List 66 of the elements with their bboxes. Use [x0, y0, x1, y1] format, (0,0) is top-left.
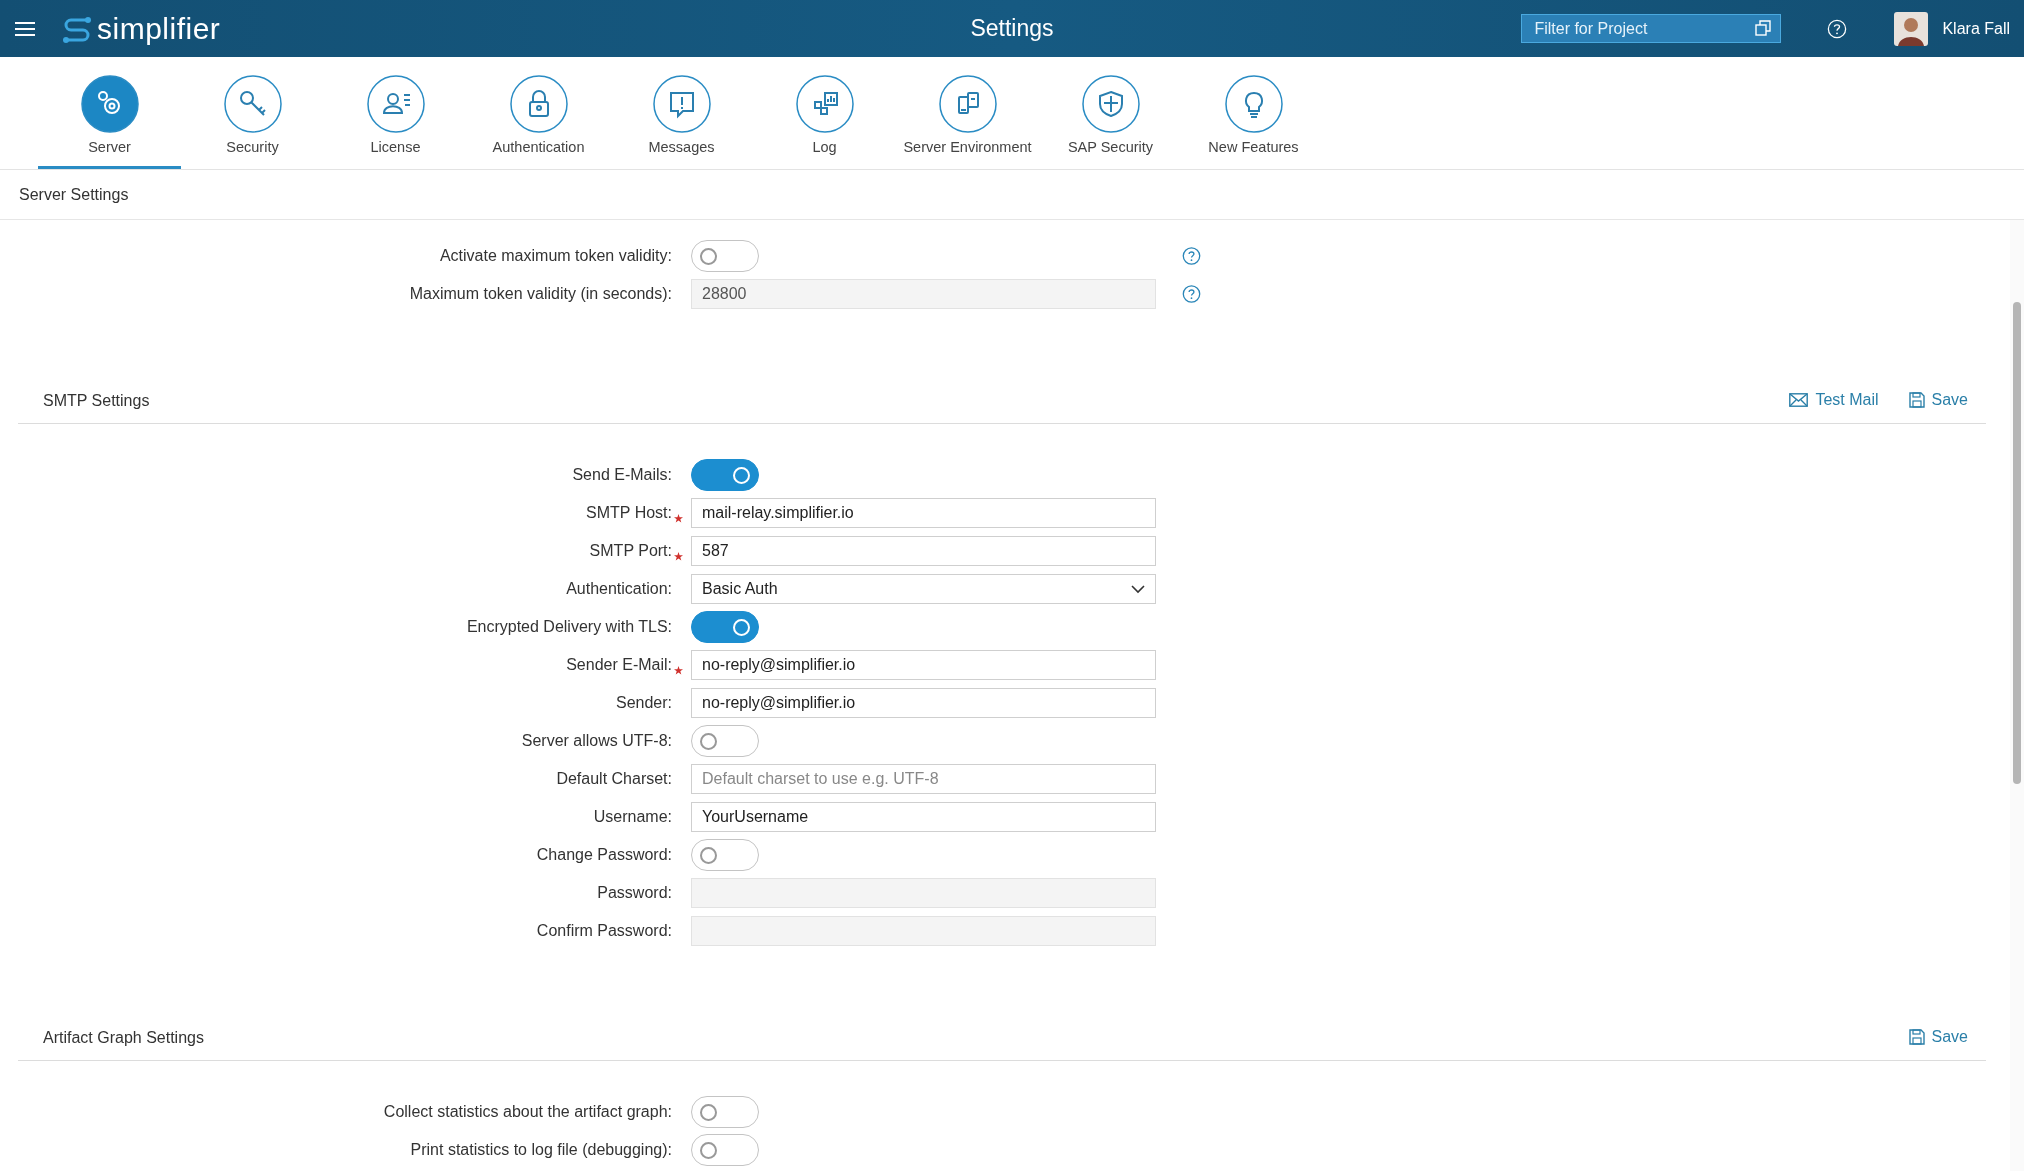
section-title: Artifact Graph Settings [43, 1029, 204, 1047]
settings-tab[interactable]: License [324, 57, 467, 169]
filter-field[interactable]: Filter for Project [1521, 14, 1782, 43]
avatar-icon[interactable] [1894, 11, 1929, 46]
field-label: Confirm Password: [536, 922, 672, 940]
field-label: Collect statistics about the artifact graph: [383, 1103, 672, 1121]
chevron-down-icon [1131, 584, 1145, 594]
toggle-switch[interactable] [691, 1096, 759, 1128]
field-label: SMTP Host: [586, 504, 672, 522]
toggle-switch[interactable] [691, 839, 759, 871]
shield-icon [1081, 75, 1140, 133]
field-label: SMTP Port: [589, 542, 672, 560]
lock-icon [509, 75, 568, 133]
save-button[interactable]: Save [1908, 1028, 1968, 1046]
logo-text: simplifier [97, 11, 221, 46]
menu-icon[interactable] [15, 20, 35, 37]
field-label: Print statistics to log file (debugging): [410, 1141, 672, 1159]
external-link-icon[interactable] [1755, 20, 1772, 36]
scrollbar[interactable] [2010, 220, 2024, 1171]
devices-icon [938, 75, 997, 133]
chart-icon [795, 75, 854, 133]
settings-tab[interactable]: SAP Security [1039, 57, 1182, 169]
save-button[interactable]: Save [1908, 391, 1968, 409]
toggle-switch[interactable] [691, 1134, 759, 1166]
toggle-switch[interactable] [691, 240, 759, 272]
field-label: Activate maximum token validity: [439, 247, 672, 265]
toggle-switch[interactable] [691, 459, 759, 491]
settings-tab[interactable]: Log [753, 57, 896, 169]
toggle-switch[interactable] [691, 725, 759, 757]
envelope-icon [1789, 393, 1809, 407]
field-label: Encrypted Delivery with TLS: [466, 618, 672, 636]
section-title: SMTP Settings [43, 392, 150, 410]
input-field[interactable]: Default charset to use e.g. UTF-8 [691, 764, 1156, 794]
field-label: Username: [593, 808, 672, 826]
field-label: Maximum token validity (in seconds): [409, 285, 672, 303]
user-name[interactable]: Klara Fall [1942, 19, 2010, 38]
help-icon[interactable] [1827, 18, 1848, 39]
field-label: Sender E-Mail: [566, 656, 672, 674]
section-title: Server Settings [19, 185, 129, 204]
dropdown[interactable]: Basic Auth [691, 574, 1156, 604]
toggle-switch[interactable] [691, 611, 759, 643]
settings-tab[interactable]: New Features [1182, 57, 1325, 169]
field-label: Sender: [615, 694, 672, 712]
lightbulb-icon [1224, 75, 1283, 133]
input-field[interactable]: 587 [691, 536, 1156, 566]
id-card-icon [366, 75, 425, 133]
input-field[interactable]: YourUsername [691, 802, 1156, 832]
input-field[interactable]: no-reply@simplifier.io [691, 650, 1156, 680]
field-label: Password: [597, 884, 672, 902]
settings-tab[interactable]: Server Environment [896, 57, 1039, 169]
input-field[interactable]: mail-relay.simplifier.io [691, 498, 1156, 528]
settings-tab[interactable]: Messages [610, 57, 753, 169]
field-label: Send E-Mails: [572, 466, 672, 484]
page-title: Settings [970, 15, 1054, 42]
settings-tab[interactable]: Server [38, 57, 181, 169]
field-label: Default Charset: [556, 770, 672, 788]
field-label: Authentication: [566, 580, 672, 598]
test-mail-button[interactable]: Test Mail [1789, 391, 1879, 409]
settings-tab[interactable]: Security [181, 57, 324, 169]
speech-bubble-icon [652, 75, 711, 133]
key-icon [223, 75, 282, 133]
settings-tab[interactable]: Authentication [467, 57, 610, 169]
input-field[interactable]: no-reply@simplifier.io [691, 688, 1156, 718]
help-icon[interactable] [1182, 245, 1201, 267]
field-label: Change Password: [536, 846, 672, 864]
field-label: Server allows UTF-8: [521, 732, 672, 750]
